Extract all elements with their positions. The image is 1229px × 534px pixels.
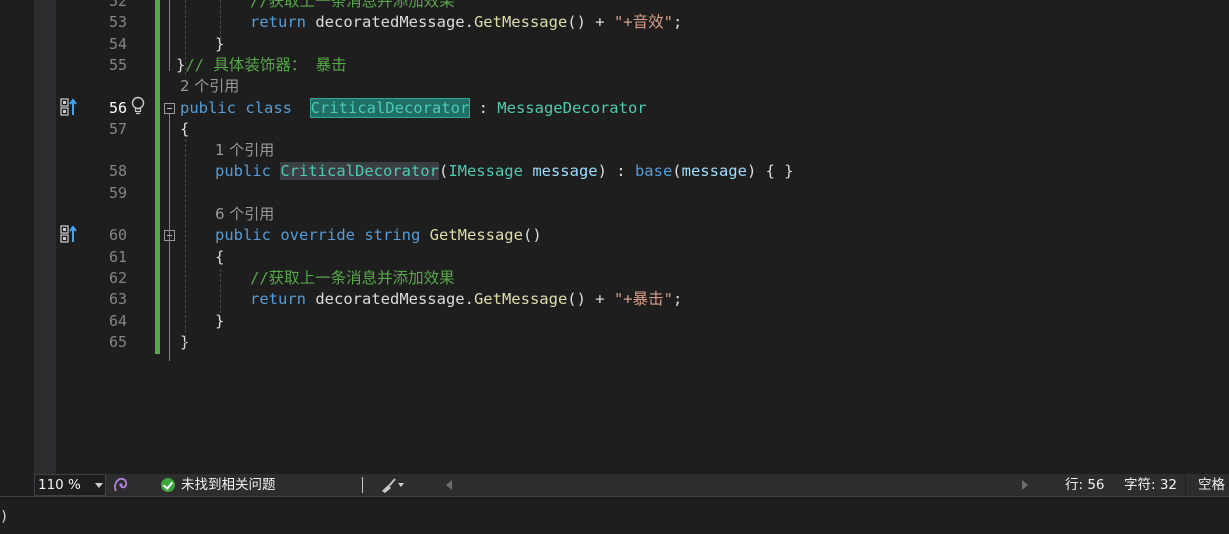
code-token: CriticalDecorator [309,97,471,118]
code-token: : [469,98,498,117]
code-token: ) : [597,162,635,181]
status-divider [1185,474,1186,496]
code-text[interactable]: return decoratedMessage.GetMessage() + "… [250,11,682,33]
line-number: 64 [108,311,127,330]
intellicode-icon[interactable] [112,476,130,494]
code-editor[interactable]: 52 //获取上一条消息并添加效果 53 return decoratedMessag… [0,0,1229,474]
code-token: return [250,13,316,32]
issues-status[interactable]: 未找到相关问题 [181,474,276,496]
code-text[interactable]: //获取上一条消息并添加效果 [250,0,455,12]
code-token: public [215,162,281,181]
line-number: 59 [108,183,127,202]
codelens-references[interactable]: 6 个引用 [215,203,274,225]
override-margin-icon[interactable] [60,225,78,243]
codelens-references[interactable]: 2 个引用 [180,75,239,97]
code-text[interactable]: public class CriticalDecorator : Message… [180,97,647,119]
code-token: public [180,98,246,117]
implementation-margin-icon[interactable] [60,98,78,116]
code-text[interactable]: { [180,118,189,140]
code-token: decoratedMessage. [315,13,474,32]
code-token: IMessage [448,162,533,181]
code-line[interactable]: 57 { [0,118,1229,140]
check-circle-icon [161,478,175,492]
horizontal-scrollbar[interactable] [459,474,1019,496]
code-text[interactable]: }// 具体装饰器： 暴击 [176,54,347,76]
scroll-right-arrow-icon[interactable] [1022,480,1028,490]
code-token: decoratedMessage. [315,290,474,309]
whitespace-mode[interactable]: 空格 [1198,474,1225,496]
line-number: 58 [108,162,127,181]
line-number: 61 [108,247,127,266]
scope-line [169,113,170,362]
code-text[interactable]: //获取上一条消息并添加效果 [250,267,455,289]
code-text[interactable]: public CriticalDecorator(IMessage messag… [215,160,794,182]
codelens-references[interactable]: 1 个引用 [215,139,274,161]
code-token: base [634,162,673,181]
line-number: 55 [108,55,127,74]
code-token: } [215,311,225,330]
code-token: () + [567,290,614,309]
code-token: return [250,290,316,309]
code-token: ) { } [746,162,794,181]
line-number: 53 [108,13,127,32]
indent-guide [220,0,221,39]
line-number: 65 [108,332,127,351]
code-text[interactable]: return decoratedMessage.GetMessage() + "… [250,288,682,310]
indent-guide [185,0,186,76]
line-number: 62 [108,268,127,287]
zoom-level: 110 % [38,477,81,493]
code-token: GetMessage [473,13,568,32]
code-cleanup-brush-icon[interactable] [379,476,405,494]
code-text[interactable]: { [215,246,224,268]
code-token: class [245,98,311,117]
cursor-row[interactable]: 行: 56 [1065,474,1105,496]
code-token: GetMessage [473,290,568,309]
code-token: { [215,247,225,266]
code-token: "+音效" [613,13,673,32]
code-line[interactable]: 56 public class CriticalDecorator : Messa… [0,97,1229,119]
line-number: 54 [108,34,127,53]
code-token: } [176,55,186,74]
code-token: public [215,226,281,245]
bottom-panel: ) [0,496,1229,534]
lightbulb-icon[interactable] [130,96,146,116]
code-token: () + [567,13,614,32]
code-token: MessageDecorator [497,98,647,117]
code-token: //获取上一条消息并添加效果 [250,268,455,287]
code-token: ( [672,162,682,181]
code-token: ; [672,290,683,309]
cursor-column[interactable]: 字符: 32 [1124,474,1177,496]
code-token: ( [438,162,449,181]
codelens-row[interactable]: 2 个引用 [0,75,1229,97]
bottom-panel-text: ) [0,509,9,525]
code-token: message [532,162,598,181]
editor-status-bar: 110 % 未找到相关问题 行: 56 字符: 32 空格 [34,474,1229,496]
line-number: 52 [108,0,127,10]
chevron-down-icon [95,483,103,488]
code-token: // 具体装饰器： 暴击 [185,55,347,74]
scroll-left-arrow-icon[interactable] [446,480,452,490]
code-token: string [364,226,430,245]
indent-guide [185,139,186,349]
code-token: "+暴击" [613,290,673,309]
code-token: CriticalDecorator [280,162,439,181]
indent-guide [220,268,221,314]
scope-line [169,0,170,72]
code-token: override [280,226,365,245]
status-divider [362,477,363,493]
code-token: message [681,162,747,181]
code-token: GetMessage [429,226,523,245]
line-number: 63 [108,290,127,309]
zoom-dropdown[interactable]: 110 % [34,474,106,496]
collapse-toggle-icon[interactable] [164,102,175,114]
line-number: 57 [108,119,127,138]
code-text[interactable]: public override string GetMessage() [215,224,542,246]
code-token: { [180,119,190,138]
code-token: () [522,226,542,245]
code-token: //获取上一条消息并添加效果 [250,0,455,10]
code-token: ; [672,13,683,32]
